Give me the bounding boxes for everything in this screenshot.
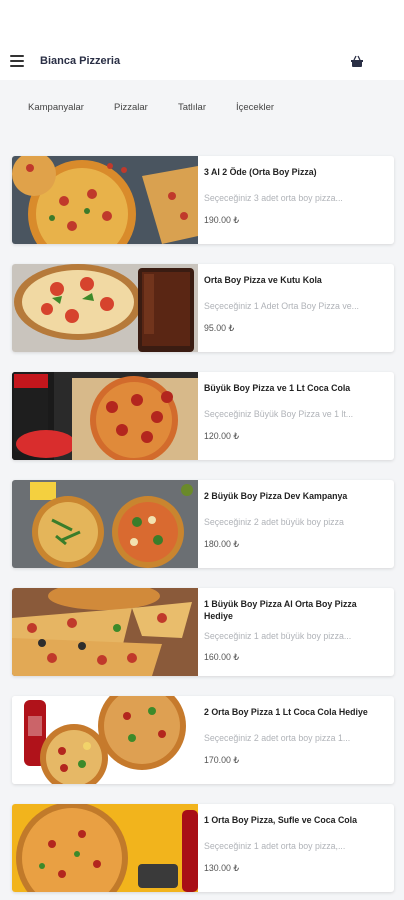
basket-icon[interactable]	[350, 55, 364, 69]
tab-tatlilar[interactable]: Tatlılar	[178, 102, 206, 113]
product-name: 2 Büyük Boy Pizza Dev Kampanya	[204, 491, 348, 501]
tab-pizzalar[interactable]: Pizzalar	[114, 102, 148, 113]
product-description: Seçeceğiniz 3 adet orta boy pizza...	[204, 193, 343, 203]
product-price: 190.00 ₺	[204, 215, 239, 225]
product-image	[12, 372, 198, 460]
tab-icecekler[interactable]: İçecekler	[236, 102, 274, 113]
hamburger-menu-icon[interactable]	[10, 55, 24, 67]
product-name: 1 Orta Boy Pizza, Sufle ve Coca Cola	[204, 815, 358, 825]
product-image	[12, 588, 198, 676]
product-price: 160.00 ₺	[204, 652, 239, 662]
product-card[interactable]: 1 Orta Boy Pizza, Sufle ve Coca Cola Seç…	[12, 804, 394, 892]
product-description: Seçeceğiniz 1 adet büyük boy pizza...	[204, 631, 352, 641]
product-name: Orta Boy Pizza ve Kutu Kola	[204, 275, 322, 285]
product-name: 1 Büyük Boy Pizza Al Orta Boy Pizza Hedi…	[204, 599, 357, 621]
product-name: Büyük Boy Pizza ve 1 Lt Coca Cola	[204, 383, 351, 393]
page-title: Bianca Pizzeria	[40, 55, 121, 67]
category-tabs: Kampanyalar Pizzalar Tatlılar İçecekler	[0, 80, 404, 132]
product-description: Seçeceğiniz 2 adet büyük boy pizza	[204, 517, 344, 527]
product-name: 2 Orta Boy Pizza 1 Lt Coca Cola Hediye	[204, 707, 368, 717]
product-description: Seçeceğiniz 1 adet orta boy pizza,...	[204, 841, 346, 851]
product-price: 170.00 ₺	[204, 755, 239, 765]
product-image	[12, 480, 198, 568]
product-card[interactable]: Büyük Boy Pizza ve 1 Lt Coca Cola Seçece…	[12, 372, 394, 460]
product-image	[12, 804, 198, 892]
product-image	[12, 696, 198, 784]
product-card[interactable]: 1 Büyük Boy Pizza Al Orta Boy Pizza Hedi…	[12, 588, 394, 676]
product-price: 130.00 ₺	[204, 863, 239, 873]
product-price: 95.00 ₺	[204, 323, 235, 333]
product-price: 180.00 ₺	[204, 539, 239, 549]
product-name: 3 Al 2 Öde (Orta Boy Pizza)	[204, 167, 317, 177]
product-description: Seçeceğiniz 2 adet orta boy pizza 1...	[204, 733, 351, 743]
product-image	[12, 156, 198, 244]
product-card[interactable]: 2 Büyük Boy Pizza Dev Kampanya Seçeceğin…	[12, 480, 394, 568]
product-price: 120.00 ₺	[204, 431, 239, 441]
product-card[interactable]: 3 Al 2 Öde (Orta Boy Pizza) Seçeceğiniz …	[12, 156, 394, 244]
app-bar: Bianca Pizzeria	[0, 0, 404, 81]
product-description: Seçeceğiniz Büyük Boy Pizza ve 1 lt...	[204, 409, 354, 419]
product-description: Seçeceğiniz 1 Adet Orta Boy Pizza ve...	[204, 301, 360, 311]
tab-kampanyalar[interactable]: Kampanyalar	[28, 102, 84, 113]
product-card[interactable]: 2 Orta Boy Pizza 1 Lt Coca Cola Hediye S…	[12, 696, 394, 784]
product-card[interactable]: Orta Boy Pizza ve Kutu Kola Seçeceğiniz …	[12, 264, 394, 352]
product-image	[12, 264, 198, 352]
